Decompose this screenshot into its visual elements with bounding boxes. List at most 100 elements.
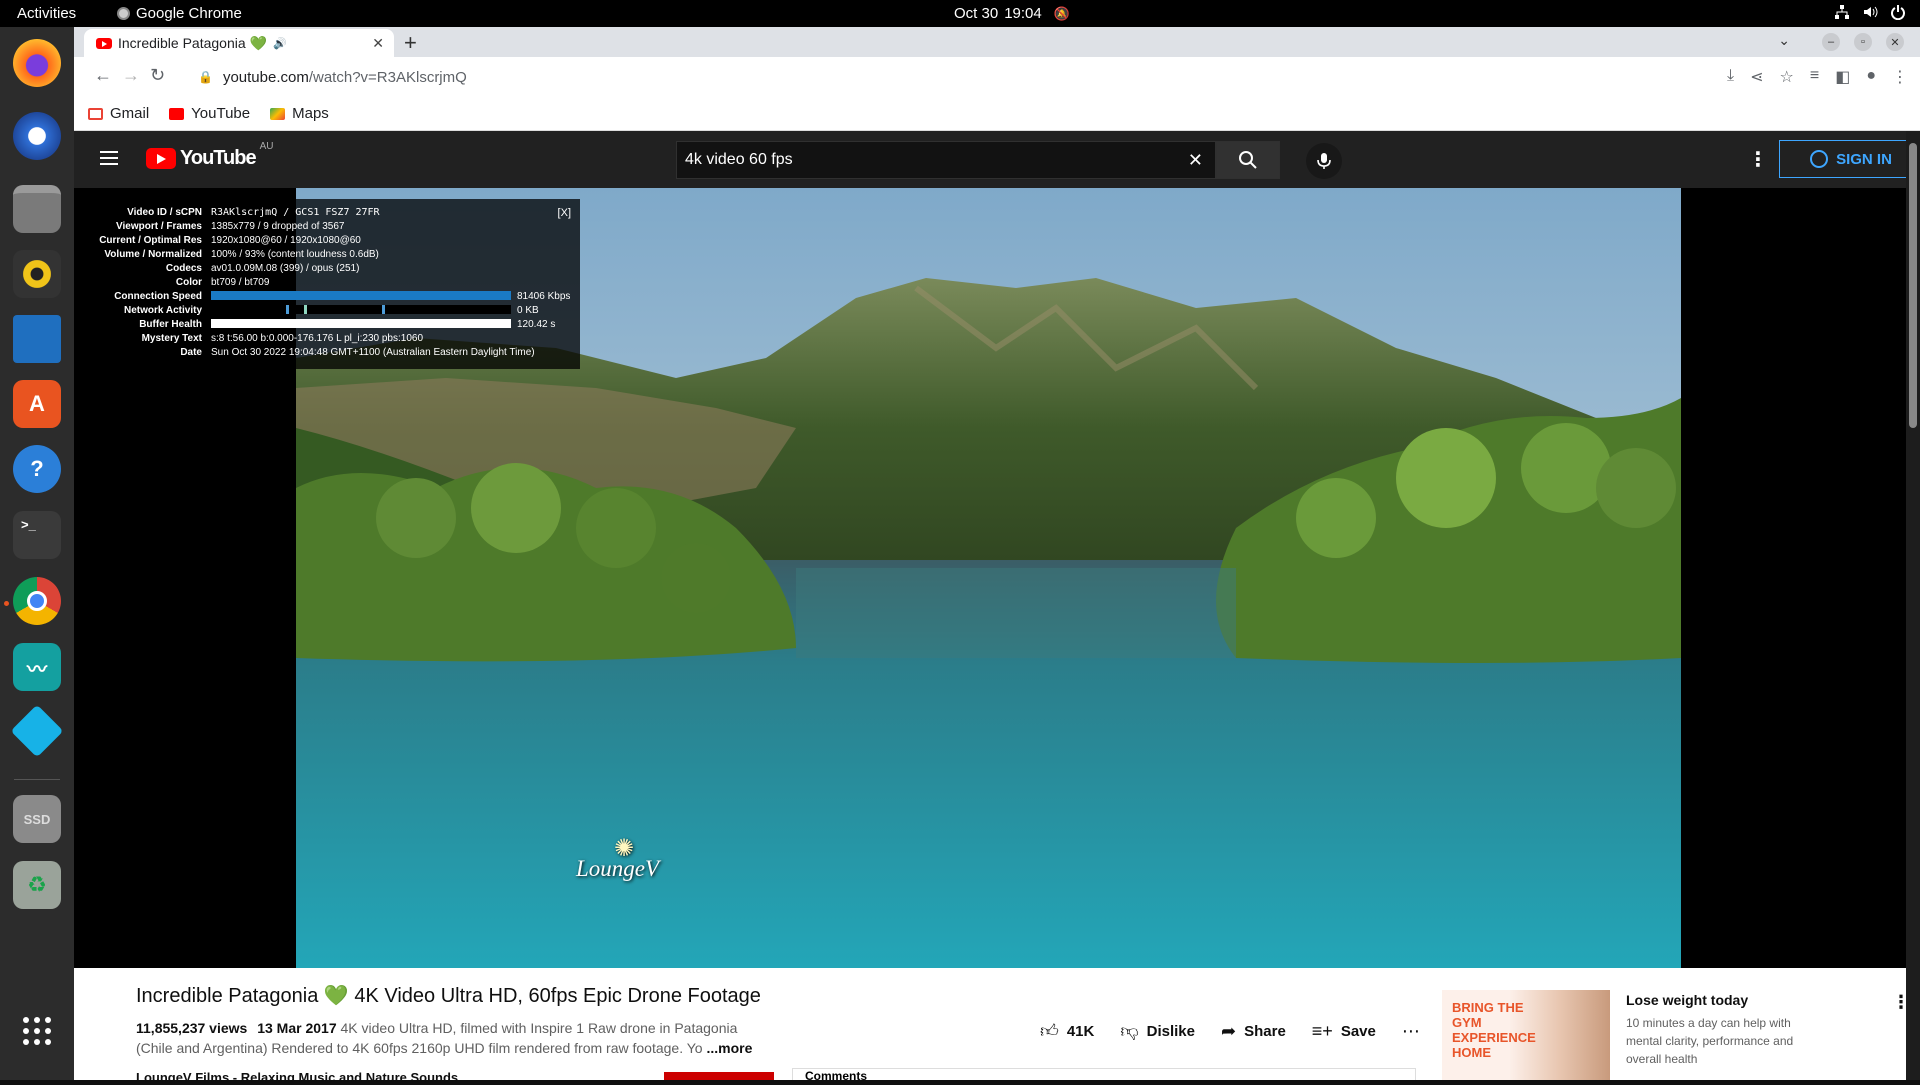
more-horizontal-icon: ⋯: [1401, 1020, 1420, 1041]
youtube-logo[interactable]: YouTube AU: [146, 141, 273, 170]
maximize-button[interactable]: ▫: [1854, 33, 1872, 51]
playlist-add-icon: ≡+: [1311, 1020, 1333, 1041]
video-player[interactable]: ✺ LoungeV [X] Video ID / sCPN R3AKlscrjmQ…: [74, 188, 1906, 968]
network-icon: [1834, 4, 1850, 20]
upload-date: 13 Mar 2017: [257, 1020, 337, 1036]
thumbs-up-icon: 👍︎: [1040, 1021, 1059, 1041]
system-monitor-icon[interactable]: 〰: [13, 643, 61, 691]
minimize-button[interactable]: –: [1822, 33, 1840, 51]
activities-button[interactable]: Activities: [17, 5, 76, 22]
libreoffice-writer-icon[interactable]: [13, 315, 61, 363]
clear-search-icon[interactable]: ✕: [1188, 150, 1203, 171]
dislike-button[interactable]: 👎︎ Dislike: [1120, 1020, 1195, 1042]
system-tray[interactable]: [1834, 4, 1906, 21]
logo-text: YouTube: [180, 147, 257, 169]
firefox-icon[interactable]: [13, 39, 61, 87]
sponsored-ad[interactable]: BRING THE GYM EXPERIENCE HOME Lose weigh…: [1442, 990, 1910, 1080]
bookmark-youtube[interactable]: YouTube: [169, 105, 250, 122]
lock-icon[interactable]: 🔒: [198, 70, 213, 84]
description-box[interactable]: 11,855,237 views 13 Mar 2017 4K video Ul…: [136, 1018, 766, 1058]
ubuntu-dock: A ? >_ 〰 SSD ♻: [0, 27, 74, 1080]
youtube-icon: [169, 107, 185, 120]
tab-youtube[interactable]: Incredible Patagonia 💚 🔊 ✕: [84, 29, 394, 57]
share-button[interactable]: ➦ Share: [1221, 1021, 1286, 1042]
stats-row: Date Sun Oct 30 2022 19:04:48 GMT+1100 (A…: [92, 345, 572, 359]
channel-name[interactable]: LoungeV Films - Relaxing Music and Natur…: [136, 1070, 458, 1085]
app-center-icon[interactable]: A: [13, 380, 61, 428]
google-chrome-icon[interactable]: [13, 577, 61, 625]
stats-label: Codecs: [165, 262, 202, 274]
share-icon[interactable]: ⋖: [1750, 67, 1763, 87]
forward-button[interactable]: →: [122, 65, 140, 86]
save-label: Save: [1340, 1022, 1376, 1040]
show-more-link[interactable]: ...more: [706, 1040, 752, 1056]
clock[interactable]: Oct 30 19:04 🔕: [954, 5, 1070, 22]
show-apps-icon[interactable]: [13, 1007, 61, 1055]
address-bar[interactable]: 🔒 youtube.com /watch?v=R3AKlscrjmQ: [184, 61, 1724, 93]
kodi-icon[interactable]: [10, 704, 64, 758]
ad-body: 10 minutes a day can help with mental cl…: [1626, 1016, 1794, 1066]
stats-value: 100% / 93% (content loudness 0.6dB): [211, 248, 379, 260]
toolbar-actions: ⤓ ⋖ ☆ ≡ ◧ ● ⋮: [1727, 67, 1908, 87]
bookmark-label: Maps: [292, 105, 329, 122]
stats-value: 81406 Kbps: [517, 290, 571, 302]
stats-row: Viewport / Frames 1385x779 / 9 dropped of…: [92, 219, 572, 233]
search-input[interactable]: 4k video 60 fps ✕: [676, 141, 1216, 179]
reload-button[interactable]: ↻: [150, 65, 165, 86]
page-scrollbar[interactable]: [1906, 131, 1920, 1080]
stats-label: Buffer Health: [139, 318, 202, 330]
system-top-bar: Activities Google Chrome Oct 30 19:04 🔕: [0, 0, 1920, 27]
url-host: youtube.com: [222, 68, 309, 86]
thunderbird-icon[interactable]: [13, 112, 61, 160]
dock-separator: [14, 779, 60, 780]
chrome-icon: [117, 7, 130, 20]
media-controls-icon[interactable]: ≡: [1810, 67, 1819, 87]
bookmark-label: YouTube: [191, 105, 251, 122]
stats-close-button[interactable]: [X]: [558, 207, 571, 219]
stats-label: Mystery Text: [141, 332, 202, 344]
like-button[interactable]: 👍︎ 41K: [1040, 1020, 1094, 1042]
subscribe-button[interactable]: [664, 1072, 774, 1080]
stats-row: Buffer Health 120.42 s: [92, 317, 572, 331]
ad-menu-icon[interactable]: ⋮: [1892, 992, 1910, 1013]
microphone-icon: [1317, 153, 1331, 169]
side-panel-icon[interactable]: ◧: [1835, 67, 1850, 87]
app-menu[interactable]: Google Chrome: [117, 5, 242, 22]
close-window-button[interactable]: ✕: [1886, 33, 1904, 51]
stats-value: 1385x779 / 9 dropped of 3567: [211, 220, 345, 232]
sign-in-label: SIGN IN: [1836, 150, 1892, 168]
ad-thumbnail[interactable]: BRING THE GYM EXPERIENCE HOME: [1442, 990, 1610, 1080]
chrome-menu-icon[interactable]: ⋮: [1892, 67, 1908, 87]
profile-icon[interactable]: ●: [1866, 67, 1876, 87]
bookmark-gmail[interactable]: Gmail: [88, 105, 149, 122]
sign-in-button[interactable]: SIGN IN: [1779, 140, 1920, 178]
bookmark-maps[interactable]: Maps: [270, 105, 329, 122]
tab-strip: Incredible Patagonia 💚 🔊 ✕ + ⌄ – ▫ ✕: [74, 27, 1920, 57]
install-app-icon[interactable]: ⤓: [1727, 67, 1734, 87]
voice-search-button[interactable]: [1306, 143, 1342, 179]
bookmark-label: Gmail: [110, 105, 150, 122]
ssd-drive-icon[interactable]: SSD: [13, 795, 61, 843]
files-icon[interactable]: [13, 185, 61, 233]
comments-panel-header[interactable]: Comments: [792, 1068, 1416, 1083]
bookmark-star-icon[interactable]: ☆: [1780, 67, 1794, 87]
trash-icon[interactable]: ♻: [13, 861, 61, 909]
save-button[interactable]: ≡+ Save: [1312, 1021, 1376, 1042]
tab-search-icon[interactable]: ⌄: [1778, 32, 1790, 49]
video-actions: 👍︎ 41K 👎︎ Dislike ➦ Share ≡+ Save ⋯: [1040, 1020, 1420, 1042]
stats-row: Codecs av01.0.09M.08 (399) / opus (251): [92, 261, 572, 275]
search-button[interactable]: [1216, 141, 1280, 179]
stats-row: Video ID / sCPN R3AKlscrjmQ / GCS1 FSZ7 2…: [92, 205, 572, 219]
stats-row: Color bt709 / bt709: [92, 275, 572, 289]
guide-menu-icon[interactable]: [100, 151, 118, 165]
channel-watermark: ✺ LoungeV: [576, 836, 659, 882]
more-actions-button[interactable]: ⋯: [1402, 1021, 1420, 1042]
rhythmbox-icon[interactable]: [13, 250, 61, 298]
help-icon[interactable]: ?: [13, 445, 61, 493]
tab-close-icon[interactable]: ✕: [372, 35, 384, 52]
scrollbar-thumb[interactable]: [1909, 143, 1917, 428]
settings-menu-icon[interactable]: ⋮: [1748, 147, 1768, 172]
back-button[interactable]: ←: [94, 65, 112, 86]
terminal-icon[interactable]: >_: [13, 511, 61, 559]
new-tab-button[interactable]: +: [404, 30, 417, 56]
